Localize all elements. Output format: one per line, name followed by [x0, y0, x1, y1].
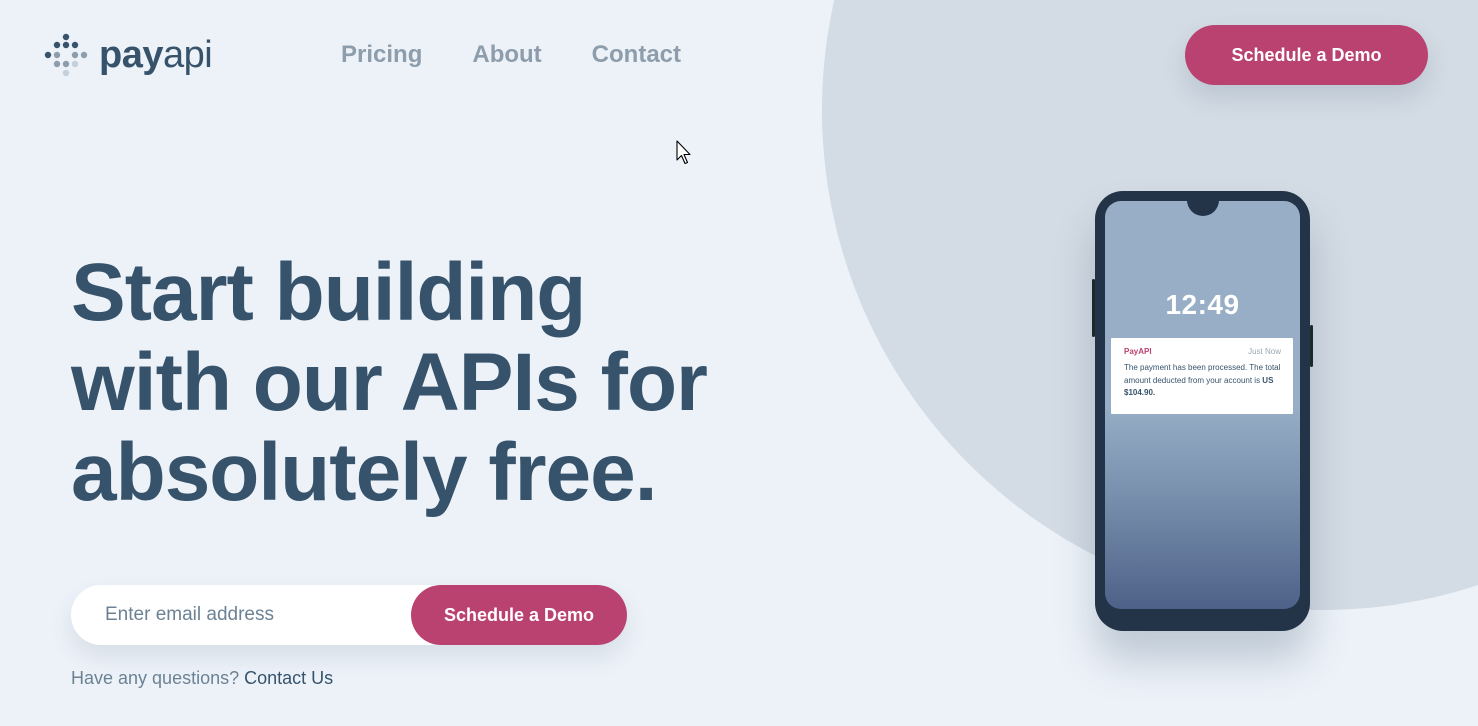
payment-notification: PayAPI Just Now The payment has been pro… [1111, 338, 1293, 414]
logo-text-pay: pay [99, 34, 163, 76]
phone-mockup: 12:49 PayAPI Just Now The payment has be… [1092, 191, 1313, 631]
nav-link-pricing[interactable]: Pricing [341, 40, 422, 70]
header-schedule-demo-button[interactable]: Schedule a Demo [1185, 25, 1428, 85]
notification-time: Just Now [1248, 347, 1281, 356]
nav-link-contact[interactable]: Contact [592, 40, 681, 70]
email-signup-form: Schedule a Demo [71, 585, 627, 645]
phone-screen: 12:49 PayAPI Just Now The payment has be… [1105, 201, 1300, 609]
nav-link-about[interactable]: About [472, 40, 541, 70]
mouse-cursor-icon [676, 140, 691, 165]
phone-notch [1187, 201, 1219, 216]
main-nav: Pricing About Contact [341, 40, 681, 70]
notification-text: The payment has been processed. The tota… [1124, 363, 1281, 385]
hero-title-line-3: absolutely free. [71, 427, 658, 518]
dots-logo-icon [44, 33, 88, 77]
landing-page: payapi Pricing About Contact Schedule a … [0, 0, 1478, 726]
notification-app-name: PayAPI [1124, 347, 1152, 356]
hero-title-line-2: with our APIs for [71, 337, 708, 428]
hero-title-line-1: Start building [71, 247, 586, 338]
hero-title: Start building with our APIs for absolut… [71, 248, 771, 518]
contact-prompt-text: Have any questions? [71, 668, 245, 688]
logo-text-api: api [162, 34, 213, 76]
phone-side-button [1092, 279, 1095, 337]
notification-message: The payment has been processed. The tota… [1124, 362, 1281, 400]
logo-wordmark: payapi [99, 34, 213, 76]
phone-power-button [1310, 325, 1313, 367]
phone-clock: 12:49 [1165, 289, 1240, 320]
contact-prompt: Have any questions? Contact Us [71, 666, 333, 690]
form-schedule-demo-button[interactable]: Schedule a Demo [411, 585, 627, 645]
notification-header: PayAPI Just Now [1124, 347, 1281, 357]
email-input[interactable] [71, 585, 411, 645]
contact-us-link[interactable]: Contact Us [244, 668, 333, 688]
payapi-logo[interactable]: payapi [43, 33, 213, 77]
